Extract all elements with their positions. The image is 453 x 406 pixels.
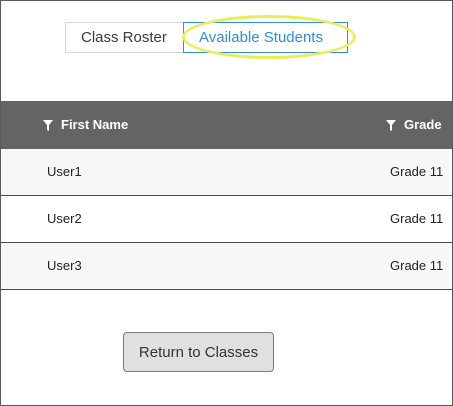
- cell-grade: Grade 11: [390, 164, 444, 179]
- tab-bar: Class Roster Available Students: [65, 22, 348, 53]
- table-row[interactable]: User3 Grade 11: [1, 243, 452, 290]
- tab-class-roster[interactable]: Class Roster: [65, 22, 183, 53]
- students-table: First Name Grade User1 Grade 11 User2 Gr…: [1, 101, 452, 290]
- cell-grade: Grade 11: [390, 211, 444, 226]
- table-row[interactable]: User2 Grade 11: [1, 196, 452, 243]
- column-header-first-name[interactable]: First Name: [43, 101, 128, 149]
- filter-icon[interactable]: [386, 119, 396, 131]
- cell-first-name: User2: [47, 211, 82, 226]
- column-header-first-name-label: First Name: [61, 117, 129, 132]
- table-row[interactable]: User1 Grade 11: [1, 149, 452, 196]
- column-header-grade-label: Grade: [404, 117, 442, 132]
- cell-first-name: User3: [47, 258, 82, 273]
- table-header: First Name Grade: [1, 101, 452, 149]
- roster-panel: Class Roster Available Students First Na…: [0, 0, 453, 406]
- filter-icon[interactable]: [43, 119, 53, 131]
- cell-grade: Grade 11: [390, 258, 444, 273]
- tab-available-students[interactable]: Available Students: [183, 22, 348, 53]
- cell-first-name: User1: [47, 164, 82, 179]
- column-header-grade[interactable]: Grade: [386, 101, 442, 149]
- return-to-classes-button[interactable]: Return to Classes: [123, 332, 274, 372]
